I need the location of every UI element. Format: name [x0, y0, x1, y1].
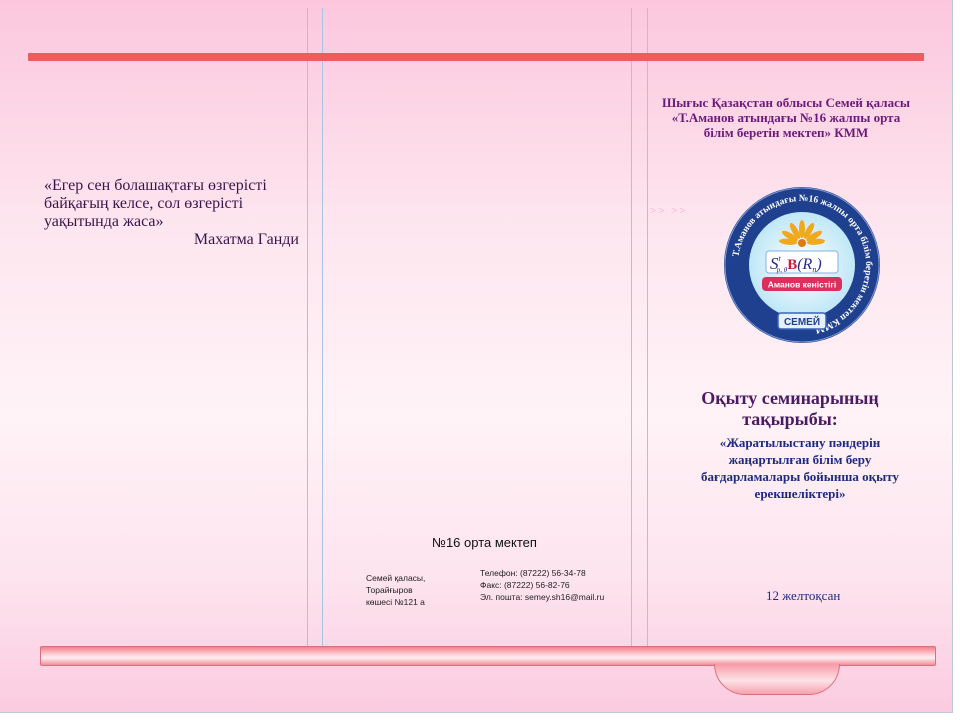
header-line: Шығыс Қазақстан облысы Семей қаласы: [662, 95, 910, 110]
seminar-title: Оқыту семинарының тақырыбы:: [665, 388, 915, 430]
seminar-topic-line: ерекшеліктері»: [754, 486, 846, 501]
seminar-topic: «Жаратылыстану пәндерін жаңартылған білі…: [650, 434, 950, 502]
seminar-topic-line: жаңартылған білім беру: [728, 452, 872, 467]
school-logo: Т.Аманов атындағы №16 жалпы орта білім б…: [724, 187, 880, 343]
bottom-decorative-tab: [714, 664, 840, 695]
seminar-topic-line: бағдарламалары бойынша оқыту: [700, 469, 900, 484]
top-decorative-bar: [28, 53, 924, 61]
logo-ribbon-text: Аманов кеністігі: [768, 280, 837, 290]
address-line: көшесі №121 а: [366, 597, 425, 607]
contacts: Телефон: (87222) 56-34-78 Факс: (87222) …: [480, 567, 604, 603]
email[interactable]: Эл. пошта: semey.sh16@mail.ru: [480, 591, 604, 603]
quote-author: Махатма Ганди: [193, 231, 299, 248]
address-line: Семей қаласы, Торайғыров: [366, 573, 426, 595]
quote-line: «Егер сен болашақтағы өзгерісті: [44, 177, 267, 194]
bottom-decorative-bar: [40, 646, 936, 666]
column-guide-2: [322, 8, 323, 658]
brochure-page: «Егер сен болашақтағы өзгерісті байқағың…: [0, 0, 953, 713]
quote-block: «Егер сен болашақтағы өзгерісті байқағың…: [44, 177, 299, 249]
logo-city-label: СЕМЕЙ: [784, 315, 820, 328]
seminar-title-line: Оқыту семинарының: [701, 388, 879, 408]
column-guide-4: [647, 8, 648, 658]
school-name: №16 орта мектеп: [432, 535, 537, 550]
quote-line: байқағың келсе, сол өзгерісті: [44, 195, 244, 212]
quote-line: уақытында жаса»: [44, 213, 164, 230]
phone: Телефон: (87222) 56-34-78: [480, 568, 586, 578]
decorative-arrows: >> >>: [650, 205, 688, 217]
organization-header: Шығыс Қазақстан облысы Семей қаласы «Т.А…: [652, 95, 920, 140]
header-line: «Т.Аманов атындағы №16 жалпы орта: [671, 110, 901, 125]
seminar-date: 12 желтоқсан: [766, 588, 841, 603]
header-line: білім беретін мектеп» КММ: [703, 125, 869, 140]
address: Семей қаласы, Торайғыров көшесі №121 а: [366, 572, 471, 608]
column-guide-3: [631, 8, 632, 658]
column-guide-1: [307, 8, 308, 658]
fax: Факс: (87222) 56-82-76: [480, 580, 570, 590]
seminar-title-line: тақырыбы:: [742, 409, 838, 429]
seminar-topic-line: «Жаратылыстану пәндерін: [719, 435, 881, 450]
